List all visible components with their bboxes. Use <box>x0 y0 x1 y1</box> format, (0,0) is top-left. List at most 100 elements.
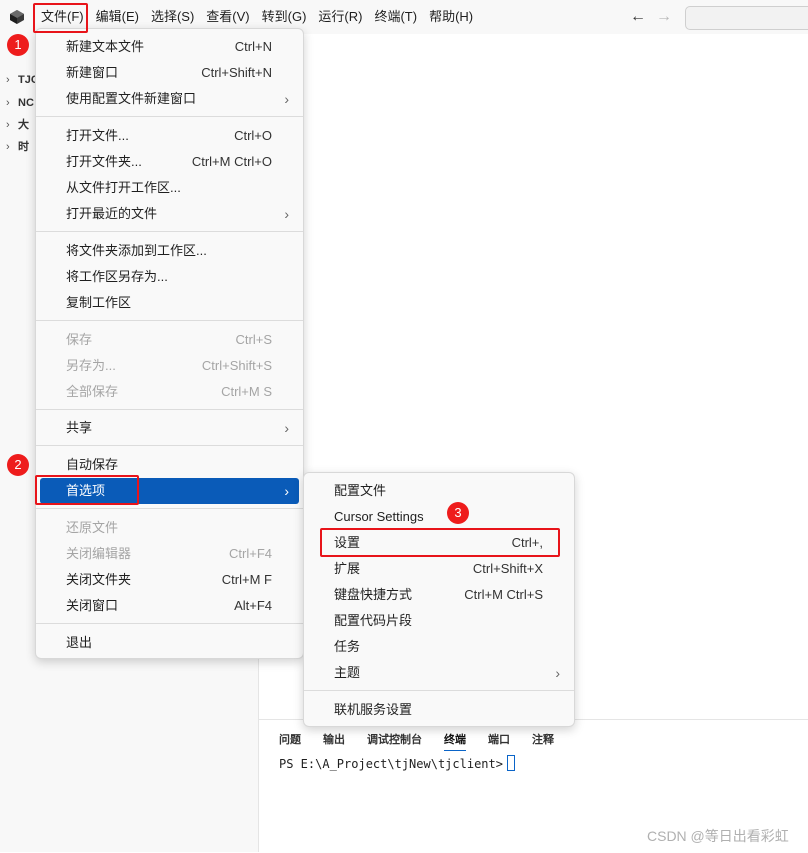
menu-item-add-folder-to-workspace[interactable]: 将文件夹添加到工作区... <box>40 238 299 264</box>
menu-separator <box>36 231 303 232</box>
menu-item-snippets[interactable]: 配置代码片段 <box>308 608 570 634</box>
menu-item-revert-file: 还原文件 <box>40 515 299 541</box>
menu-item-label: 从文件打开工作区... <box>66 180 181 195</box>
menu-item-cursor-settings[interactable]: Cursor Settings <box>308 504 570 530</box>
menu-item-shortcut: Ctrl+N <box>234 39 272 54</box>
menu-item-label: 新建文本文件 <box>66 39 145 54</box>
tab-comments[interactable]: 注释 <box>532 731 554 751</box>
tab-problems[interactable]: 问题 <box>279 731 301 751</box>
menu-item-label: 全部保存 <box>66 384 119 399</box>
menu-item-label: 配置代码片段 <box>334 613 413 628</box>
menu-item-shortcut: Ctrl+F4 <box>229 546 272 561</box>
cursor-logo-icon <box>10 10 24 24</box>
menu-item-label: Cursor Settings <box>334 509 424 524</box>
tree-item[interactable]: › 时 <box>6 136 29 158</box>
menu-item-label: 主题 <box>334 665 361 680</box>
menu-separator <box>36 320 303 321</box>
menu-item-label: 将工作区另存为... <box>66 269 168 284</box>
terminal-prompt-text: PS E:\A_Project\tjNew\tjclient> <box>279 757 503 771</box>
chevron-right-icon: › <box>6 119 10 131</box>
annotation-box-file-menu <box>33 3 88 33</box>
menu-item-new-window[interactable]: 新建窗口 Ctrl+Shift+N <box>40 60 299 86</box>
chevron-right-icon: › <box>284 206 289 222</box>
tree-item-label: 大 <box>18 119 29 131</box>
menu-help[interactable]: 帮助(H) <box>423 0 479 34</box>
tree-item[interactable]: › 大 <box>6 114 29 136</box>
tab-debug-console[interactable]: 调试控制台 <box>367 731 422 751</box>
menu-item-themes[interactable]: 主题 › <box>308 660 570 686</box>
menu-item-duplicate-workspace[interactable]: 复制工作区 <box>40 290 299 316</box>
tree-item[interactable]: › TJC <box>6 69 39 91</box>
tree-item[interactable]: › NC <box>6 92 34 114</box>
annotation-badge-1: 1 <box>7 34 29 56</box>
menu-item-save-as: 另存为... Ctrl+Shift+S <box>40 353 299 379</box>
menu-item-label: 关闭编辑器 <box>66 546 132 561</box>
watermark: CSDN @等日出看彩虹 <box>647 828 789 844</box>
menu-item-label: 新建窗口 <box>66 65 119 80</box>
menu-item-shortcut: Ctrl+M Ctrl+S <box>464 587 543 602</box>
menu-item-save-all: 全部保存 Ctrl+M S <box>40 379 299 405</box>
chevron-right-icon: › <box>284 91 289 107</box>
menu-separator <box>36 409 303 410</box>
menu-item-close-window[interactable]: 关闭窗口 Alt+F4 <box>40 593 299 619</box>
menu-item-open-folder[interactable]: 打开文件夹... Ctrl+M Ctrl+O <box>40 149 299 175</box>
menu-separator <box>36 623 303 624</box>
menu-item-shortcut: Ctrl+M S <box>221 384 272 399</box>
menu-item-extensions[interactable]: 扩展 Ctrl+Shift+X <box>308 556 570 582</box>
arrow-left-icon[interactable]: ← <box>628 7 648 27</box>
chevron-right-icon: › <box>6 141 10 153</box>
menu-item-label: 复制工作区 <box>66 295 132 310</box>
menu-item-close-folder[interactable]: 关闭文件夹 Ctrl+M F <box>40 567 299 593</box>
tab-output[interactable]: 输出 <box>323 731 345 751</box>
menu-item-save: 保存 Ctrl+S <box>40 327 299 353</box>
chevron-right-icon: › <box>284 420 289 436</box>
menu-item-share[interactable]: 共享 › <box>40 415 299 441</box>
menu-item-label: 保存 <box>66 332 93 347</box>
panel-tabs: 问题 输出 调试控制台 终端 端口 注释 <box>279 731 576 751</box>
menu-separator <box>304 690 574 691</box>
menu-item-open-recent[interactable]: 打开最近的文件 › <box>40 201 299 227</box>
tab-ports[interactable]: 端口 <box>488 731 510 751</box>
menu-item-shortcut: Alt+F4 <box>234 598 272 613</box>
terminal-prompt[interactable]: PS E:\A_Project\tjNew\tjclient> <box>279 755 515 771</box>
menu-item-label: 任务 <box>334 639 361 654</box>
menu-item-open-workspace[interactable]: 从文件打开工作区... <box>40 175 299 201</box>
command-center-search[interactable] <box>685 6 808 30</box>
menu-item-label: 使用配置文件新建窗口 <box>66 91 197 106</box>
menu-item-exit[interactable]: 退出 <box>40 630 299 656</box>
menu-item-shortcut: Ctrl+Shift+S <box>201 358 272 373</box>
tab-terminal[interactable]: 终端 <box>444 731 466 751</box>
menu-item-save-workspace-as[interactable]: 将工作区另存为... <box>40 264 299 290</box>
menu-item-online-services[interactable]: 联机服务设置 <box>308 697 570 723</box>
menu-item-label: 配置文件 <box>334 483 387 498</box>
menu-item-profiles[interactable]: 配置文件 <box>308 478 570 504</box>
chevron-right-icon: › <box>555 665 560 681</box>
menu-item-shortcut: Ctrl+O <box>234 128 272 143</box>
tree-item-label: NC <box>18 97 34 109</box>
menu-item-tasks[interactable]: 任务 <box>308 634 570 660</box>
file-menu: 新建文本文件 Ctrl+N 新建窗口 Ctrl+Shift+N 使用配置文件新建窗口… <box>35 28 304 659</box>
menu-item-new-text-file[interactable]: 新建文本文件 Ctrl+N <box>40 34 299 60</box>
tree-item-label: 时 <box>18 141 29 153</box>
annotation-badge-3: 3 <box>447 502 469 524</box>
menu-item-shortcut: Ctrl+S <box>235 332 272 347</box>
terminal-cursor <box>506 755 515 771</box>
chevron-right-icon: › <box>6 74 10 86</box>
menu-item-new-window-profile[interactable]: 使用配置文件新建窗口 › <box>40 86 299 112</box>
menu-item-shortcut: Ctrl+Shift+X <box>472 561 543 576</box>
menu-item-shortcut: Ctrl+M F <box>221 572 272 587</box>
preferences-submenu: 配置文件 Cursor Settings 设置 Ctrl+, 扩展 Ctrl+Shi… <box>303 472 575 727</box>
menu-item-keyboard-shortcuts[interactable]: 键盘快捷方式 Ctrl+M Ctrl+S <box>308 582 570 608</box>
menu-terminal[interactable]: 终端(T) <box>368 0 423 34</box>
menu-item-label: 打开最近的文件 <box>66 206 158 221</box>
menu-run[interactable]: 运行(R) <box>312 0 368 34</box>
menu-separator <box>36 116 303 117</box>
annotation-badge-2: 2 <box>7 454 29 476</box>
arrow-right-icon[interactable]: → <box>654 7 674 27</box>
menu-item-label: 打开文件夹... <box>66 154 142 169</box>
menu-item-shortcut: Ctrl+M Ctrl+O <box>191 154 272 169</box>
menu-item-label: 打开文件... <box>66 128 129 143</box>
menu-item-label: 键盘快捷方式 <box>334 587 413 602</box>
menu-item-label: 关闭窗口 <box>66 598 119 613</box>
menu-item-open-file[interactable]: 打开文件... Ctrl+O <box>40 123 299 149</box>
